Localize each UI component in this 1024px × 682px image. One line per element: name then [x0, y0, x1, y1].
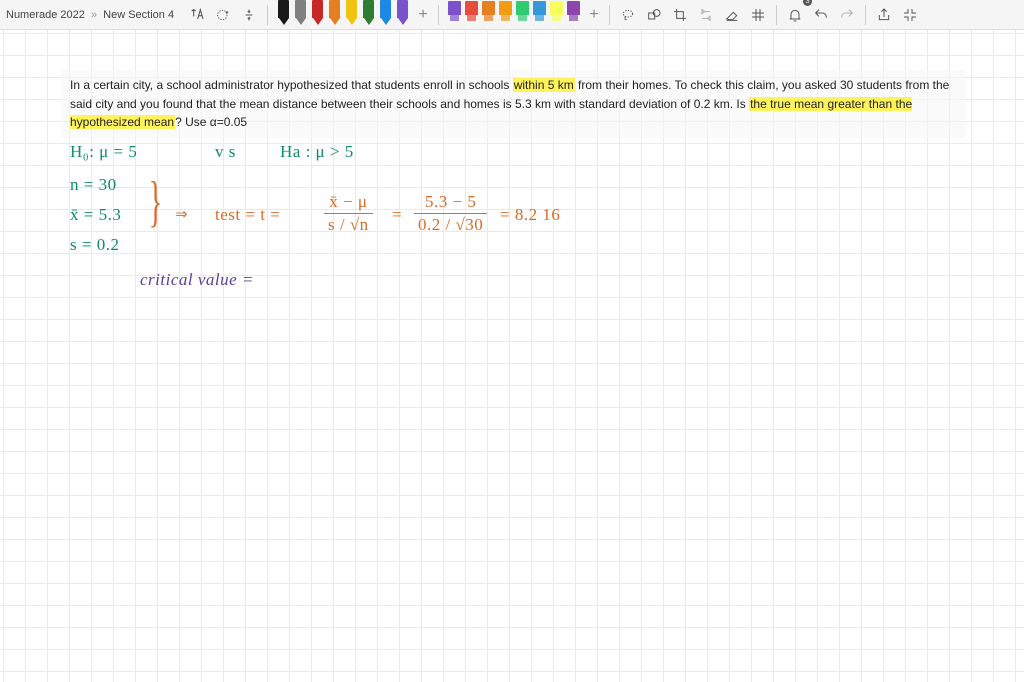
pen-color-3[interactable]	[326, 0, 343, 28]
result: = 8.2 16	[500, 205, 560, 225]
math-fraction-icon[interactable]	[238, 4, 260, 26]
highlighter-color-2[interactable]	[480, 1, 497, 27]
collapse-icon[interactable]	[899, 4, 921, 26]
problem-hl1: within 5 km	[513, 78, 575, 92]
toolbar: Numerade 2022 » New Section 4 ⌄ + + 3	[0, 0, 1024, 30]
divider	[609, 5, 610, 25]
n-text: n = 30	[70, 175, 117, 195]
pen-color-6[interactable]	[377, 0, 394, 28]
crop-icon[interactable]	[669, 4, 691, 26]
arrow-text: ⇒	[175, 205, 188, 224]
frac1-den: s / √n	[324, 214, 373, 235]
add-shape-icon[interactable]	[212, 4, 234, 26]
frac2-den: 0.2 / √30	[414, 214, 487, 235]
eraser-icon[interactable]	[721, 4, 743, 26]
pen-color-1[interactable]	[292, 0, 309, 28]
highlighter-color-5[interactable]	[531, 1, 548, 27]
frac1: x̄ − μs / √n	[318, 192, 379, 235]
grid-options-icon[interactable]	[747, 4, 769, 26]
ha-text: Ha : μ > 5	[280, 142, 354, 162]
divider	[865, 5, 866, 25]
breadcrumb-sep: »	[91, 9, 97, 21]
redo-icon[interactable]	[836, 4, 858, 26]
undo-icon[interactable]	[810, 4, 832, 26]
critical-value: critical value =	[140, 270, 254, 290]
highlighter-color-1[interactable]	[463, 1, 480, 27]
highlighter-palette	[446, 3, 582, 27]
frac1-num: x̄ − μ	[324, 192, 373, 214]
frac2-num: 5.3 − 5	[414, 192, 487, 214]
pen-color-4[interactable]	[343, 0, 360, 28]
test-label: test = t =	[215, 205, 280, 225]
add-highlighter-button[interactable]: +	[586, 4, 602, 26]
share-icon[interactable]	[873, 4, 895, 26]
highlighter-color-3[interactable]	[497, 1, 514, 27]
eq1: =	[392, 205, 402, 225]
highlighter-color-4[interactable]	[514, 1, 531, 27]
pen-color-7[interactable]: ⌄	[394, 0, 411, 28]
breadcrumb: Numerade 2022 » New Section 4	[6, 9, 174, 21]
pen-palette: ⌄	[275, 2, 411, 28]
convert-icon[interactable]	[695, 4, 717, 26]
text-tool-icon[interactable]	[186, 4, 208, 26]
breadcrumb-section[interactable]: New Section 4	[103, 9, 174, 21]
highlighter-color-7[interactable]	[565, 1, 582, 27]
add-pen-button[interactable]: +	[415, 4, 431, 26]
pen-color-2[interactable]	[309, 0, 326, 28]
frac2: 5.3 − 50.2 / √30	[408, 192, 493, 235]
xbar-text: x̄ = 5.3	[70, 205, 121, 225]
divider	[776, 5, 777, 25]
problem-pre: In a certain city, a school administrato…	[70, 78, 513, 92]
problem-text: In a certain city, a school administrato…	[62, 70, 966, 138]
highlighter-color-6[interactable]	[548, 1, 565, 27]
divider	[438, 5, 439, 25]
brace-icon: }	[149, 170, 162, 234]
breadcrumb-app[interactable]: Numerade 2022	[6, 9, 85, 21]
pen-color-5[interactable]	[360, 0, 377, 28]
vs-text: v s	[215, 142, 236, 162]
highlighter-color-0[interactable]	[446, 1, 463, 27]
canvas[interactable]: In a certain city, a school administrato…	[0, 30, 1024, 682]
problem-post: ? Use α=0.05	[175, 115, 247, 129]
notifications-icon[interactable]: 3	[784, 4, 806, 26]
s-text: s = 0.2	[70, 235, 119, 255]
divider	[267, 5, 268, 25]
lasso-icon[interactable]	[617, 4, 639, 26]
h0-text: H₀: μ = 5	[70, 142, 137, 162]
shapes-icon[interactable]	[643, 4, 665, 26]
pen-color-0[interactable]	[275, 0, 292, 28]
